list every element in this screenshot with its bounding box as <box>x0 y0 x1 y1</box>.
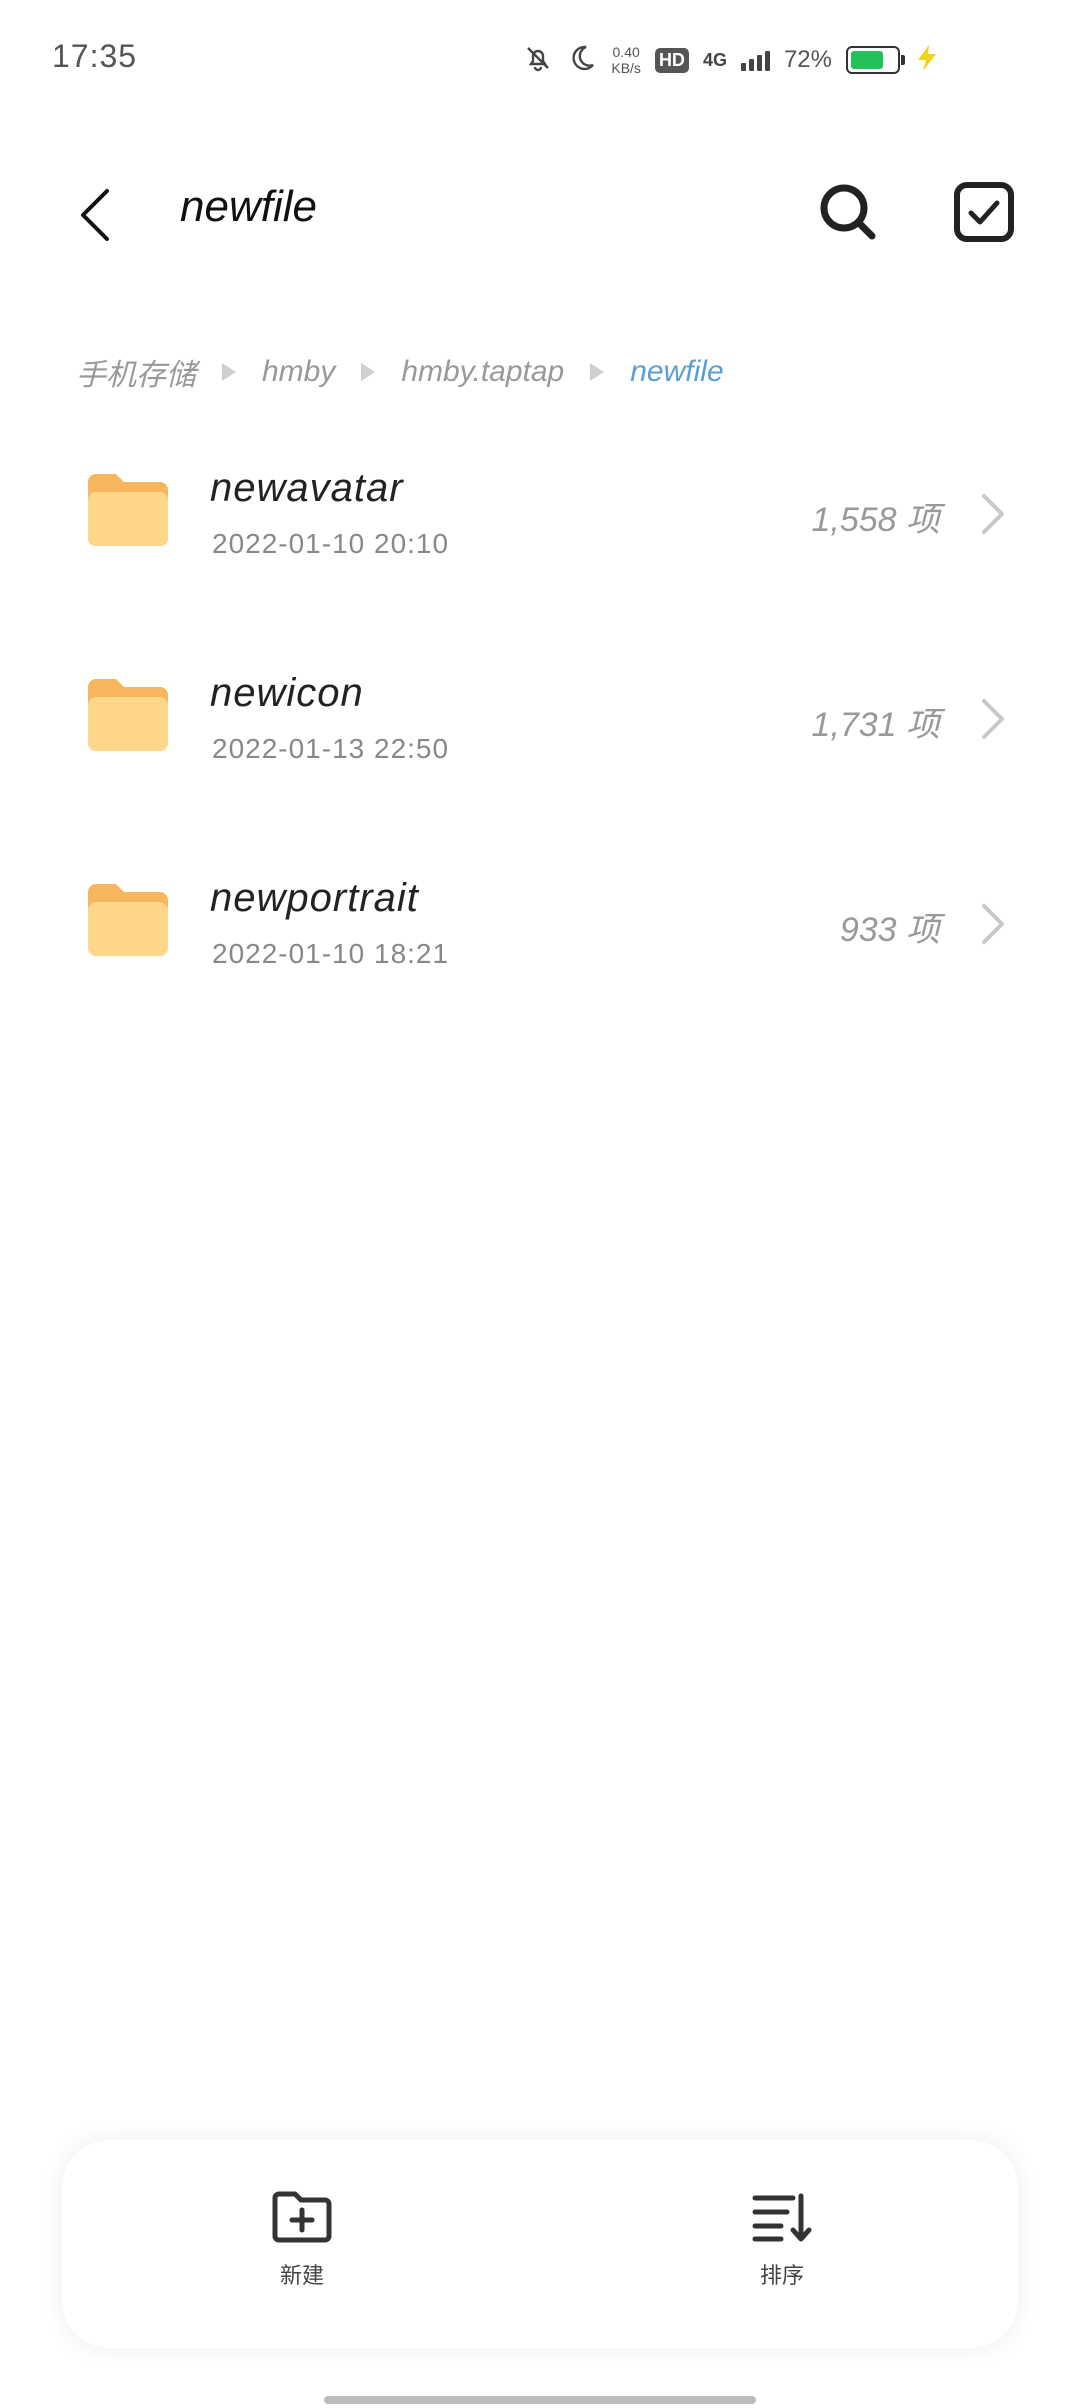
charging-bolt-icon <box>914 43 940 78</box>
bell-off-icon <box>523 43 553 78</box>
file-list: newavatar 2022-01-10 20:10 1,558 项 newic… <box>0 430 1080 1045</box>
breadcrumb-phone-storage[interactable]: 手机存储 <box>76 350 196 394</box>
folder-name: newavatar <box>210 466 404 510</box>
net-speed-value: 0.40 <box>612 44 640 60</box>
sort-label: 排序 <box>759 2263 804 2288</box>
new-folder-icon <box>272 2191 332 2243</box>
home-indicator[interactable] <box>324 2396 756 2404</box>
breadcrumb-current: newfile <box>630 355 724 388</box>
item-count: 1,731 项 <box>811 706 940 744</box>
folder-icon <box>88 474 168 546</box>
new-folder-button[interactable]: 新建 <box>222 2190 382 2310</box>
folder-row[interactable]: newportrait 2022-01-10 18:21 933 项 <box>0 840 1080 1045</box>
folder-icon <box>88 884 168 956</box>
battery-icon <box>846 46 905 74</box>
folder-date: 2022-01-10 20:10 <box>212 528 450 559</box>
sort-icon <box>752 2193 812 2242</box>
search-button[interactable] <box>808 172 888 252</box>
status-time: 17:35 <box>52 38 138 74</box>
header: newfile <box>0 160 1080 260</box>
breadcrumb-separator-icon <box>222 363 236 381</box>
item-count: 933 项 <box>839 911 940 949</box>
select-check-icon <box>954 182 1014 242</box>
sort-button[interactable]: 排序 <box>702 2190 862 2310</box>
net-speed-unit: KB/s <box>611 60 641 76</box>
select-button[interactable] <box>944 172 1024 252</box>
back-arrow-icon <box>81 189 109 241</box>
net-speed: 0.40 KB/s <box>611 44 641 76</box>
moon-icon <box>567 43 597 78</box>
item-count: 1,558 项 <box>811 501 940 539</box>
folder-date: 2022-01-10 18:21 <box>212 938 450 969</box>
folder-row[interactable]: newavatar 2022-01-10 20:10 1,558 项 <box>0 430 1080 635</box>
breadcrumb: 手机存储 hmby hmby.taptap newfile <box>76 350 724 394</box>
chevron-right-icon <box>982 699 1004 739</box>
status-icons: 0.40 KB/s HD 4G 72% <box>523 40 940 80</box>
search-icon <box>820 184 876 240</box>
network-type: 4G <box>702 49 727 70</box>
status-bar: 17:35 0.40 KB/s HD 4G 72% <box>0 0 1080 120</box>
folder-name: newportrait <box>210 876 419 920</box>
page-title: newfile <box>180 182 317 231</box>
chevron-right-icon <box>982 904 1004 944</box>
breadcrumb-hmby-taptap[interactable]: hmby.taptap <box>401 355 564 389</box>
signal-icon <box>740 49 770 71</box>
breadcrumb-hmby[interactable]: hmby <box>262 355 335 389</box>
hd-badge: HD <box>654 47 689 73</box>
breadcrumb-separator-icon <box>590 363 605 381</box>
folder-row[interactable]: newicon 2022-01-13 22:50 1,731 项 <box>0 635 1080 840</box>
folder-icon <box>88 679 168 751</box>
folder-name: newicon <box>210 671 364 715</box>
folder-date: 2022-01-13 22:50 <box>212 733 450 764</box>
back-button[interactable] <box>60 180 130 250</box>
chevron-right-icon <box>982 494 1004 534</box>
bottom-toolbar: 新建 排序 <box>62 2140 1018 2348</box>
battery-fill <box>851 51 883 69</box>
new-folder-label: 新建 <box>279 2263 324 2288</box>
battery-percent: 72% <box>783 46 832 73</box>
breadcrumb-separator-icon <box>361 363 376 381</box>
